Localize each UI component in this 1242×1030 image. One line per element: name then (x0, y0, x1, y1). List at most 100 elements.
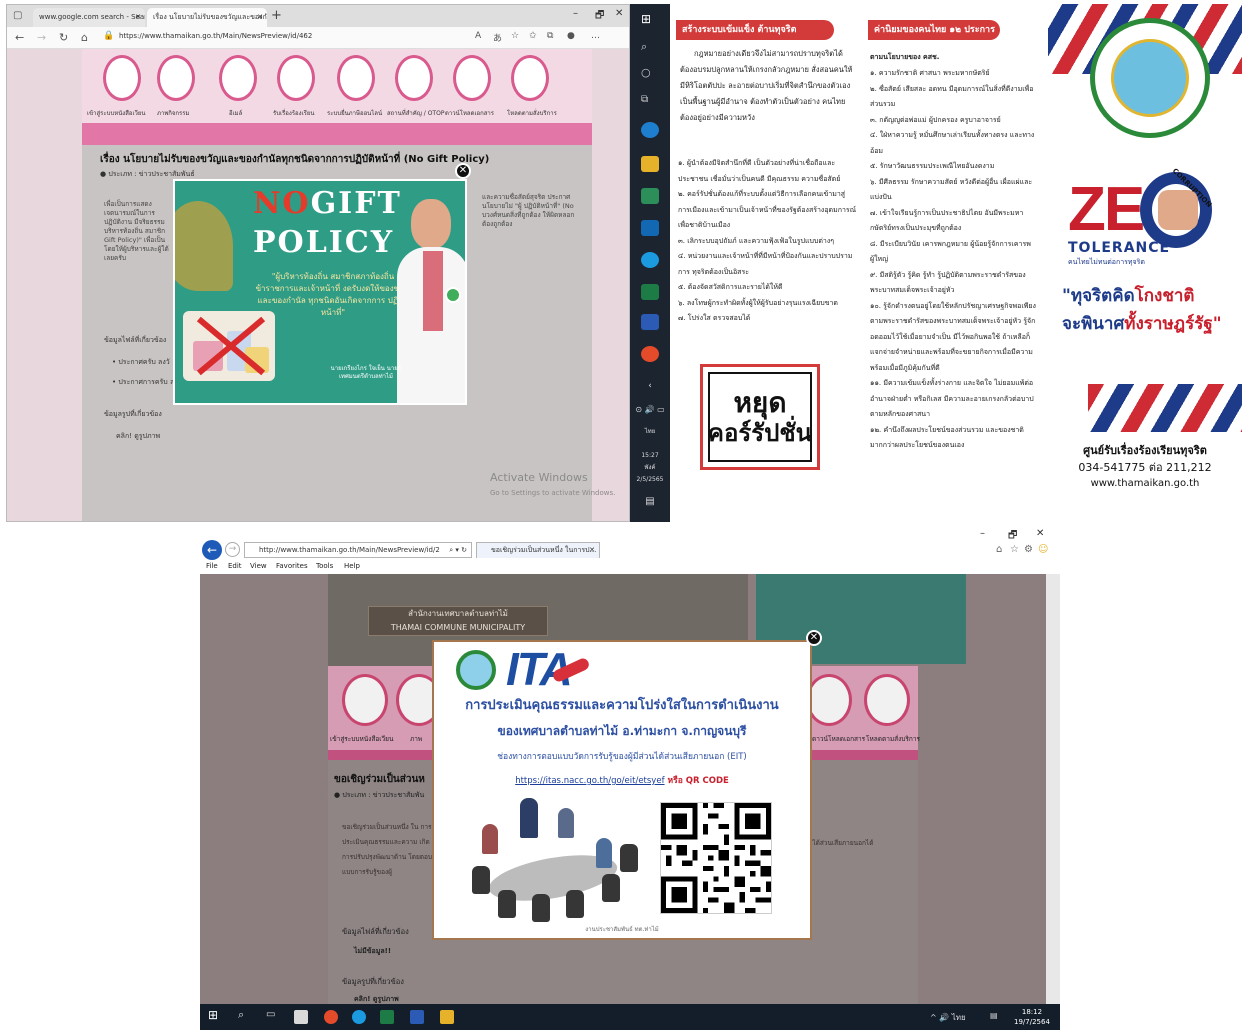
qr-code-icon[interactable] (660, 802, 772, 914)
read-aloud-icon[interactable]: A (475, 31, 481, 41)
eit-survey-link[interactable]: https://itas.nacc.go.th/go/eit/etsyef (515, 776, 664, 786)
close-window-button[interactable]: ✕ (615, 8, 623, 19)
tab-actions-icon[interactable]: ▢ (13, 10, 22, 21)
close-tab-icon[interactable]: ✕ (589, 543, 595, 558)
nav-label[interactable]: ดาวน์โหลดเอกสาร (445, 108, 494, 118)
favorites-star-icon[interactable]: ☆ (511, 31, 519, 41)
minimize-button[interactable]: – (980, 528, 985, 539)
windows-start-icon[interactable]: ⊞ (208, 1008, 222, 1022)
ie-icon[interactable] (352, 1010, 366, 1024)
close-tab-icon[interactable]: ✕ (135, 8, 141, 27)
download-icon[interactable] (453, 55, 491, 101)
maximize-button[interactable]: 🗗 (1008, 528, 1017, 545)
chrome-icon[interactable] (324, 1010, 338, 1024)
binoculars-icon[interactable] (395, 55, 433, 101)
word-icon[interactable] (641, 314, 659, 330)
favorites-icon[interactable]: ☆ (1010, 544, 1019, 555)
back-icon[interactable]: ← (15, 31, 24, 44)
store-icon[interactable] (641, 188, 659, 204)
nav-label[interactable]: ภาพ (410, 734, 422, 744)
ie-tab[interactable]: ขอเชิญร่วมเป็นส่วนหนึ่ง ในการป... ✕ (476, 542, 600, 558)
favorites-icon[interactable]: ✩ (529, 31, 537, 41)
notification-icon[interactable]: ▤ (990, 1011, 998, 1020)
excel-icon[interactable] (641, 284, 659, 300)
more-icon[interactable]: … (591, 31, 600, 41)
excel-icon[interactable] (380, 1010, 394, 1024)
url-field[interactable]: https://www.thamaikan.go.th/Main/NewsPre… (119, 32, 312, 40)
vertical-scrollbar[interactable] (1046, 574, 1060, 1004)
popup-close-button[interactable]: ✕ (455, 163, 471, 179)
garuda-icon[interactable] (342, 674, 388, 726)
tray-icons[interactable]: ⊙ 🔊 ▭ (630, 406, 670, 414)
nav-label[interactable]: สถานที่สำคัญ / OTOP (387, 108, 444, 118)
translate-icon[interactable]: あ (493, 31, 502, 44)
word-icon[interactable] (410, 1010, 424, 1024)
new-tab-icon[interactable]: + (271, 8, 282, 23)
nav-label[interactable]: โหลดตามสั่งบริการ (507, 108, 557, 118)
minimize-button[interactable]: – (573, 8, 578, 19)
collections-icon[interactable]: ⧉ (547, 31, 553, 41)
edge-icon[interactable] (641, 122, 659, 138)
photos-link[interactable]: คลิก! ดูรูปภาพ (354, 994, 399, 1004)
menu-tools[interactable]: Tools (316, 562, 333, 570)
maximize-button[interactable]: 🗗 (595, 8, 604, 25)
menu-favorites[interactable]: Favorites (276, 562, 308, 570)
scales-icon[interactable] (277, 55, 315, 101)
chart-icon[interactable] (864, 674, 910, 726)
clock-time[interactable]: 15:27 (630, 452, 670, 460)
notification-icon[interactable]: ▤ (630, 497, 670, 507)
forward-button[interactable]: → (225, 542, 240, 557)
mail-icon[interactable] (219, 55, 257, 101)
file-explorer-icon[interactable] (440, 1010, 454, 1024)
garuda-icon[interactable] (103, 55, 141, 101)
taskbar-clock[interactable]: 18:12 19/7/2564 (1014, 1007, 1050, 1027)
menu-view[interactable]: View (250, 562, 267, 570)
nav-label[interactable]: โหลดตามสั่งบริการ (866, 734, 920, 744)
profile-icon[interactable]: ● (567, 31, 575, 41)
photos-link[interactable]: คลิก! ดูรูปภาพ (116, 431, 160, 442)
home-icon[interactable]: ⌂ (996, 544, 1002, 555)
menu-file[interactable]: File (206, 562, 218, 570)
cortana-icon[interactable]: ○ (641, 66, 659, 82)
nav-label[interactable]: ภาพกิจกรรม (157, 108, 189, 118)
mail-icon[interactable] (641, 220, 659, 236)
close-window-button[interactable]: ✕ (1036, 528, 1044, 539)
nav-label[interactable]: เข้าสู่ระบบหนังสือเวียน (87, 108, 146, 118)
home-icon[interactable]: ⌂ (81, 31, 88, 44)
nav-label[interactable]: ระบบยื่นภาษีออนไลน์ (327, 108, 382, 118)
file-explorer-icon[interactable] (641, 156, 659, 172)
file-link[interactable]: • ประกาศครับ ลงวั (112, 357, 170, 368)
task-view-icon[interactable]: ▭ (266, 1009, 280, 1023)
menu-help[interactable]: Help (344, 562, 360, 570)
close-tab-icon[interactable]: ✕ (257, 8, 263, 27)
search-refresh-icons[interactable]: ⌕ ▾ ↻ (449, 543, 467, 557)
settings-gear-icon[interactable]: ⚙ (1024, 544, 1033, 555)
download-icon[interactable] (806, 674, 852, 726)
chrome-icon[interactable] (641, 346, 659, 362)
input-language[interactable]: ไทย (630, 428, 670, 436)
nav-label[interactable]: อีเมล์ (229, 108, 242, 118)
tab-google-search[interactable]: www.google.com search - Search ✕ (33, 8, 145, 27)
system-tray[interactable]: ^ 🔊 ไทย (930, 1011, 966, 1024)
tray-expand-icon[interactable]: ‹ (630, 382, 670, 391)
search-icon[interactable]: ⌕ (641, 40, 659, 56)
popup-close-button[interactable]: ✕ (806, 630, 822, 646)
news-icon[interactable] (157, 55, 195, 101)
back-button[interactable]: ← (202, 540, 222, 560)
refresh-icon[interactable]: ↻ (59, 31, 68, 44)
tab-news-preview[interactable]: เรื่อง นโยบายไม่รับของขวัญและของกำนัล ✕ (147, 8, 267, 27)
search-icon[interactable]: ⌕ (238, 1008, 252, 1022)
money-icon[interactable] (337, 55, 375, 101)
nav-label[interactable]: เข้าสู่ระบบหนังสือเวียน (330, 734, 393, 744)
file-link[interactable]: • ประกาศการครับ ล (112, 377, 174, 388)
chart-icon[interactable] (511, 55, 549, 101)
task-view-icon[interactable]: ⧉ (641, 94, 659, 110)
nav-label[interactable]: ดาวน์โหลดเอกสาร (812, 734, 865, 744)
forward-icon[interactable]: → (37, 31, 46, 44)
smiley-feedback-icon[interactable]: ☺ (1038, 544, 1048, 555)
nav-label[interactable]: รับเรื่องร้องเรียน (273, 108, 314, 118)
menu-edit[interactable]: Edit (228, 562, 242, 570)
store-icon[interactable] (294, 1010, 308, 1024)
address-field[interactable]: http://www.thamaikan.go.th/Main/NewsPrev… (244, 542, 472, 558)
ie-icon[interactable] (641, 252, 659, 268)
